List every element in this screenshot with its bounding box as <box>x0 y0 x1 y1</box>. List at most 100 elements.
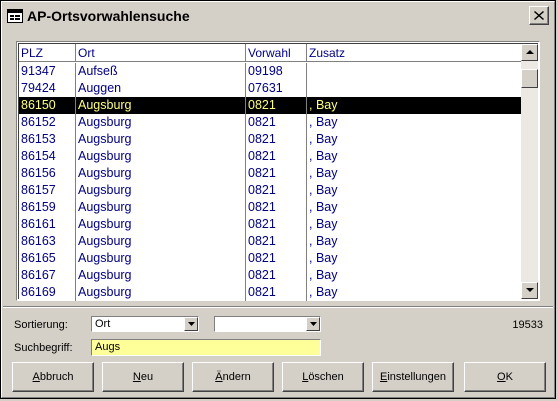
arrow-down-icon <box>526 288 534 292</box>
zusatz-cell: , Bay <box>309 115 338 129</box>
window-title: AP-Ortsvorwahlensuche <box>27 8 190 24</box>
vorwahl-cell: 0821 <box>246 97 307 114</box>
vorwahl-cell: 07631 <box>246 80 307 97</box>
record-count: 19533 <box>512 319 543 331</box>
zusatz-cell: , Bay <box>309 149 338 163</box>
sort-label: Sortierung: <box>14 319 68 331</box>
zusatz-cell: , Bay <box>309 132 338 146</box>
separator <box>3 306 553 308</box>
table-row[interactable]: 91347 Aufseß 09198 <box>19 63 522 80</box>
table-row[interactable]: 86154 Augsburg 0821, Bay <box>19 148 522 165</box>
close-button[interactable] <box>529 6 549 25</box>
vorwahl-cell: 0821 <box>246 182 307 199</box>
ort-cell: Augsburg <box>76 114 246 131</box>
table-row[interactable]: 86157 Augsburg 0821, Bay <box>19 182 522 199</box>
ort-cell: Augsburg <box>76 267 246 284</box>
form-icon <box>7 9 23 23</box>
table-row[interactable]: 86153 Augsburg 0821, Bay <box>19 131 522 148</box>
neu-button[interactable]: Neu <box>102 362 184 392</box>
zusatz-cell: , Bay <box>309 183 338 197</box>
ort-cell: Augsburg <box>76 199 246 216</box>
abbruch-button[interactable]: Abbruch <box>12 362 94 392</box>
ort-cell: Augsburg <box>76 148 246 165</box>
plz-cell: 86169 <box>19 284 76 301</box>
ort-cell: Augsburg <box>76 165 246 182</box>
table-row[interactable]: 79424 Auggen 07631 <box>19 80 522 97</box>
vorwahl-cell: 09198 <box>246 63 307 80</box>
sort2-dropdown-button[interactable] <box>306 317 320 331</box>
plz-cell: 86153 <box>19 131 76 148</box>
ort-cell: Augsburg <box>76 233 246 250</box>
loeschen-button[interactable]: Löschen <box>282 362 364 392</box>
vorwahl-cell: 0821 <box>246 284 307 301</box>
plz-cell: 86167 <box>19 267 76 284</box>
close-icon <box>534 11 544 20</box>
zusatz-cell: , Bay <box>309 217 338 231</box>
plz-cell: 86165 <box>19 250 76 267</box>
einstellungen-button[interactable]: Einstellungen <box>372 362 454 392</box>
search-label: Suchbegriff: <box>14 342 73 354</box>
zusatz-cell <box>307 63 522 80</box>
vorwahl-cell: 0821 <box>246 148 307 165</box>
dialog-window: AP-Ortsvorwahlensuche PLZ Ort Vorwahl Zu… <box>0 0 556 399</box>
zusatz-cell: , Bay <box>309 166 338 180</box>
column-header-plz[interactable]: PLZ <box>19 44 76 62</box>
plz-cell: 79424 <box>19 80 76 97</box>
plz-cell: 86150 <box>19 97 76 114</box>
table-row[interactable]: 86169 Augsburg 0821, Bay <box>19 284 522 301</box>
ort-cell: Aufseß <box>76 63 246 80</box>
plz-cell: 86163 <box>19 233 76 250</box>
table-row[interactable]: 86159 Augsburg 0821, Bay <box>19 199 522 216</box>
table-row[interactable]: 86163 Augsburg 0821, Bay <box>19 233 522 250</box>
plz-cell: 91347 <box>19 63 76 80</box>
plz-cell: 86154 <box>19 148 76 165</box>
plz-cell: 86161 <box>19 216 76 233</box>
zusatz-cell: , Bay <box>309 234 338 248</box>
aendern-button[interactable]: Ändern <box>192 362 274 392</box>
plz-cell: 86152 <box>19 114 76 131</box>
sort-dropdown-button[interactable] <box>184 317 198 331</box>
scroll-up-button[interactable] <box>521 44 538 61</box>
plz-cell: 86156 <box>19 165 76 182</box>
vorwahl-cell: 0821 <box>246 250 307 267</box>
scroll-thumb[interactable] <box>521 69 538 88</box>
column-header-zusatz[interactable]: Zusatz <box>307 44 522 62</box>
scroll-down-button[interactable] <box>521 282 538 299</box>
vertical-scrollbar[interactable] <box>521 44 538 299</box>
ort-cell: Auggen <box>76 80 246 97</box>
table-row[interactable]: 86152 Augsburg 0821, Bay <box>19 114 522 131</box>
results-grid[interactable]: PLZ Ort Vorwahl Zusatz 91347 Aufseß 09198 7… <box>16 41 540 301</box>
sort2-select[interactable] <box>214 316 321 332</box>
table-row[interactable]: 86167 Augsburg 0821, Bay <box>19 267 522 284</box>
zusatz-cell <box>307 80 522 97</box>
ok-button[interactable]: OK <box>464 362 546 392</box>
sort-select-value: Ort <box>95 318 111 330</box>
vorwahl-cell: 0821 <box>246 199 307 216</box>
table-row[interactable]: 86161 Augsburg 0821, Bay <box>19 216 522 233</box>
table-row[interactable]: 86165 Augsburg 0821, Bay <box>19 250 522 267</box>
ort-cell: Augsburg <box>76 97 246 114</box>
table-row-selected[interactable]: 86150 Augsburg 0821, Bay <box>19 97 522 114</box>
vorwahl-cell: 0821 <box>246 114 307 131</box>
column-header-vorwahl[interactable]: Vorwahl <box>246 44 307 62</box>
column-header-ort[interactable]: Ort <box>76 44 246 62</box>
ort-cell: Augsburg <box>76 250 246 267</box>
ort-cell: Augsburg <box>76 131 246 148</box>
title-bar[interactable]: AP-Ortsvorwahlensuche <box>3 3 553 29</box>
ort-cell: Augsburg <box>76 182 246 199</box>
ort-cell: Augsburg <box>76 216 246 233</box>
zusatz-cell: , Bay <box>309 268 338 282</box>
arrow-up-icon <box>526 50 534 54</box>
zusatz-cell: , Bay <box>309 285 338 299</box>
table-row[interactable]: 86156 Augsburg 0821, Bay <box>19 165 522 182</box>
ort-cell: Augsburg <box>76 284 246 301</box>
vorwahl-cell: 0821 <box>246 165 307 182</box>
grid-header: PLZ Ort Vorwahl Zusatz <box>19 44 522 62</box>
vorwahl-cell: 0821 <box>246 216 307 233</box>
search-input[interactable]: Augs <box>91 339 321 356</box>
sort-select[interactable]: Ort <box>91 316 199 332</box>
chevron-down-icon <box>310 322 317 326</box>
plz-cell: 86159 <box>19 199 76 216</box>
zusatz-cell: , Bay <box>309 200 338 214</box>
vorwahl-cell: 0821 <box>246 267 307 284</box>
